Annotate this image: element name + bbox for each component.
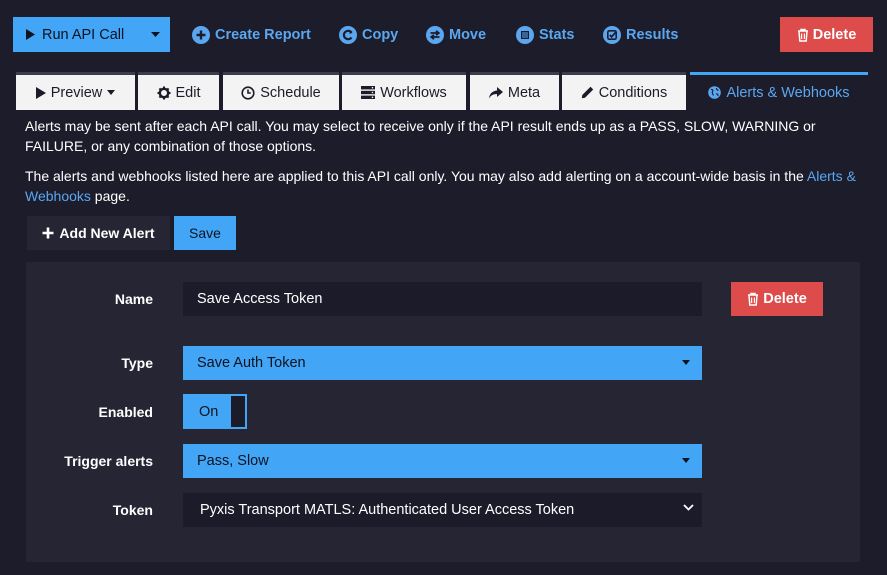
tab-workflows[interactable]: Workflows — [342, 72, 466, 110]
delete-label: Delete — [812, 26, 857, 43]
gear-icon — [157, 86, 171, 100]
results-label: Results — [626, 26, 679, 43]
delete-alert-button[interactable]: Delete — [731, 282, 823, 316]
globe-icon — [708, 86, 722, 99]
caret-down-icon — [151, 32, 160, 37]
tab-label: Conditions — [598, 84, 668, 101]
alert-form-panel: Name Save Access Token Delete Type Save … — [26, 262, 860, 562]
caret-down-icon — [107, 90, 116, 95]
tab-label: Alerts & Webhooks — [726, 84, 850, 101]
move-label: Move — [449, 26, 487, 43]
copy-label: Copy — [362, 26, 399, 43]
name-label: Name — [114, 291, 153, 307]
type-select[interactable]: Save Auth Token — [183, 346, 702, 380]
run-api-call-main[interactable]: Run API Call — [13, 17, 141, 52]
delete-alert-label: Delete — [763, 291, 807, 307]
token-label: Token — [112, 502, 153, 518]
type-label: Type — [121, 355, 153, 371]
copy-button[interactable]: Copy — [339, 17, 398, 52]
run-api-call-button[interactable]: Run API Call — [13, 17, 170, 52]
copy-icon — [339, 25, 357, 44]
pencil-icon — [581, 86, 594, 99]
scope-note-suffix: page. — [90, 188, 130, 204]
enabled-toggle[interactable]: On — [183, 394, 247, 429]
save-button[interactable]: Save — [174, 216, 236, 250]
chevron-down-icon — [683, 504, 694, 511]
list-icon — [516, 25, 534, 44]
share-arrow-icon — [488, 86, 503, 99]
alerts-scope-note: The alerts and webhooks listed here are … — [25, 166, 865, 206]
plus-icon — [42, 227, 54, 239]
create-report-label: Create Report — [215, 26, 311, 43]
exchange-icon — [426, 25, 444, 44]
type-value: Save Auth Token — [197, 355, 306, 371]
tab-meta[interactable]: Meta — [470, 72, 559, 110]
play-icon — [35, 86, 46, 99]
clock-icon — [241, 85, 255, 100]
tab-label: Meta — [507, 84, 541, 101]
tab-label: Edit — [175, 84, 201, 101]
move-button[interactable]: Move — [426, 17, 486, 52]
tab-label: Schedule — [260, 84, 321, 101]
enabled-label: Enabled — [98, 404, 153, 420]
scope-note-text: The alerts and webhooks listed here are … — [25, 168, 807, 184]
tab-alerts-webhooks[interactable]: Alerts & Webhooks — [690, 72, 868, 110]
delete-api-call-button[interactable]: Delete — [780, 17, 873, 52]
trigger-alerts-select[interactable]: Pass, Slow — [183, 444, 702, 478]
add-new-alert-button[interactable]: Add New Alert — [27, 216, 170, 250]
alerts-description: Alerts may be sent after each API call. … — [25, 118, 816, 154]
trigger-alerts-label: Trigger alerts — [64, 453, 153, 469]
toggle-knob — [231, 396, 245, 427]
run-options-dropdown[interactable] — [141, 17, 170, 52]
caret-down-icon — [682, 360, 690, 365]
tab-schedule[interactable]: Schedule — [223, 72, 339, 110]
name-value: Save Access Token — [197, 291, 323, 307]
tab-preview[interactable]: Preview — [16, 72, 135, 110]
stats-button[interactable]: Stats — [516, 17, 574, 52]
plus-circle-icon — [192, 25, 210, 44]
tab-label: Workflows — [380, 84, 447, 101]
trash-icon — [747, 292, 759, 306]
play-icon — [26, 29, 35, 40]
tab-edit[interactable]: Edit — [138, 72, 219, 110]
check-circle-icon — [603, 25, 621, 44]
server-icon — [361, 86, 376, 99]
run-api-call-label: Run API Call — [42, 26, 125, 43]
enabled-value: On — [199, 403, 219, 420]
tab-conditions[interactable]: Conditions — [562, 72, 686, 110]
tab-label: Preview — [50, 84, 103, 101]
caret-down-icon — [682, 458, 690, 463]
name-input[interactable]: Save Access Token — [183, 282, 702, 316]
toolbar: Run API Call Create Report Copy Move Sta… — [13, 17, 873, 52]
trigger-alerts-value: Pass, Slow — [197, 453, 269, 469]
results-button[interactable]: Results — [603, 17, 678, 52]
trash-icon — [797, 28, 809, 42]
token-select[interactable]: Pyxis Transport MATLS: Authenticated Use… — [183, 493, 702, 527]
stats-label: Stats — [539, 26, 575, 43]
create-report-button[interactable]: Create Report — [192, 17, 311, 52]
token-value: Pyxis Transport MATLS: Authenticated Use… — [200, 502, 575, 518]
add-new-alert-label: Add New Alert — [59, 225, 155, 241]
